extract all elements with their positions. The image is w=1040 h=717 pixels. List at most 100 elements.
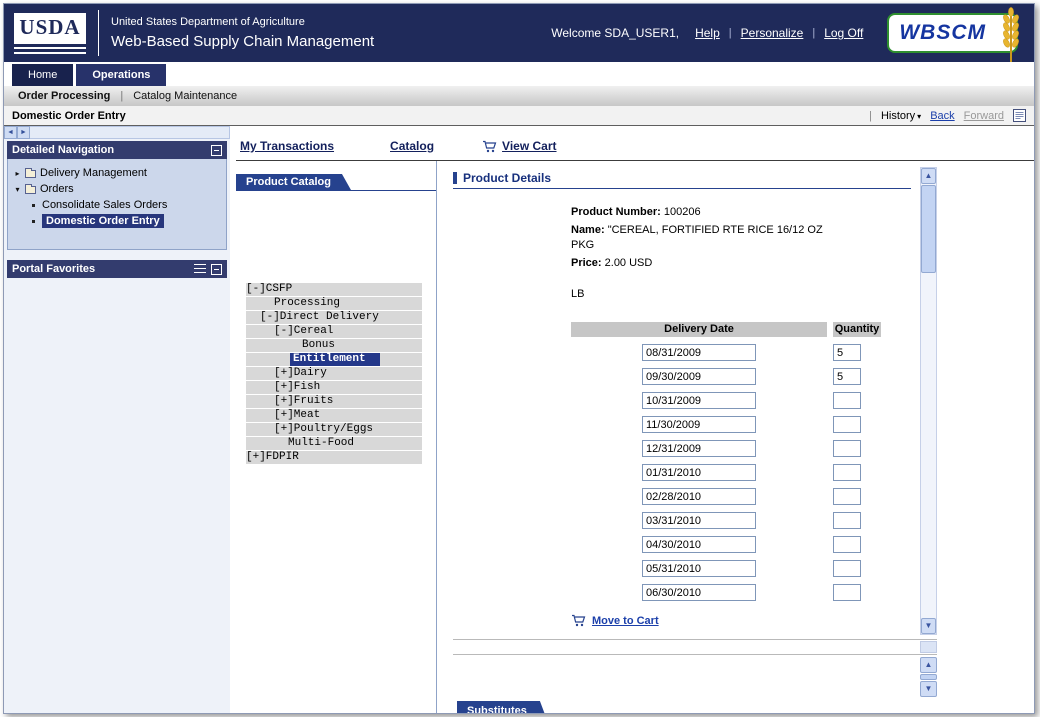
- catalog-node-label[interactable]: [-]Direct Delivery: [260, 311, 379, 324]
- tab-home[interactable]: Home: [12, 64, 73, 86]
- list-icon[interactable]: [194, 264, 206, 274]
- catalog-node-label[interactable]: [+]Meat: [274, 409, 320, 422]
- tab-product-catalog[interactable]: Product Catalog: [236, 174, 351, 190]
- catalog-node-label[interactable]: [+]Dairy: [274, 367, 327, 380]
- delivery-row: [571, 536, 911, 553]
- help-link[interactable]: Help: [695, 26, 720, 40]
- delivery-date-input[interactable]: [642, 512, 756, 529]
- scroll-up-icon[interactable]: ▲: [920, 657, 937, 673]
- nav-item-domestic-order-entry[interactable]: Domestic Order Entry: [10, 213, 224, 229]
- catalog-node[interactable]: [+]Fruits: [246, 395, 422, 408]
- delivery-date-cell: [571, 368, 827, 385]
- catalog-node-label[interactable]: [+]FDPIR: [246, 451, 299, 464]
- scroll-down-icon[interactable]: ▼: [920, 681, 937, 697]
- delivery-date-input[interactable]: [642, 344, 756, 361]
- nav-item-consolidate-sales-orders[interactable]: Consolidate Sales Orders: [10, 197, 224, 213]
- back-link[interactable]: Back: [930, 110, 954, 122]
- nav-item-label[interactable]: Consolidate Sales Orders: [42, 199, 167, 211]
- delivery-date-input[interactable]: [642, 416, 756, 433]
- separator: |: [729, 27, 732, 39]
- delivery-date-input[interactable]: [642, 464, 756, 481]
- catalog-node[interactable]: [-]CSFP: [246, 283, 422, 296]
- view-cart-link[interactable]: View Cart: [482, 139, 556, 153]
- delivery-date-input[interactable]: [642, 392, 756, 409]
- forward-link[interactable]: Forward: [964, 110, 1004, 122]
- quantity-input[interactable]: [833, 512, 861, 529]
- scrollbar-thumb[interactable]: [921, 185, 936, 273]
- catalog-node[interactable]: Processing: [246, 297, 422, 310]
- subnav-catalog-maintenance[interactable]: Catalog Maintenance: [133, 90, 237, 102]
- delivery-date-input[interactable]: [642, 488, 756, 505]
- catalog-node[interactable]: Entitlement: [246, 353, 422, 366]
- move-to-cart[interactable]: Move to Cart: [571, 614, 911, 627]
- collapse-icon[interactable]: [211, 264, 222, 275]
- nav-item-orders[interactable]: ▾ Orders: [10, 181, 224, 197]
- quantity-input[interactable]: [833, 416, 861, 433]
- quantity-input[interactable]: [833, 440, 861, 457]
- nav-item-label[interactable]: Orders: [40, 183, 74, 195]
- document-icon[interactable]: [1013, 109, 1026, 122]
- scrollbar-thumb[interactable]: [920, 674, 937, 680]
- quantity-input[interactable]: [833, 560, 861, 577]
- personalize-link[interactable]: Personalize: [741, 26, 804, 40]
- collapse-icon[interactable]: [211, 145, 222, 156]
- catalog-node[interactable]: [-]Cereal: [246, 325, 422, 338]
- scroll-up-icon[interactable]: ▲: [921, 168, 936, 184]
- catalog-node-label[interactable]: Multi-Food: [288, 437, 354, 450]
- catalog-node-label[interactable]: [+]Poultry/Eggs: [274, 423, 373, 436]
- delivery-date-input[interactable]: [642, 536, 756, 553]
- quantity-input[interactable]: [833, 368, 861, 385]
- catalog-node[interactable]: [+]Poultry/Eggs: [246, 423, 422, 436]
- delivery-date-input[interactable]: [642, 368, 756, 385]
- page-title: Domestic Order Entry: [12, 110, 126, 122]
- delivery-date-cell: [571, 536, 827, 553]
- scroll-left-icon[interactable]: ◄: [4, 126, 17, 139]
- catalog-node-label[interactable]: Bonus: [302, 339, 335, 352]
- delivery-rows: [571, 344, 911, 601]
- catalog-node[interactable]: [+]Dairy: [246, 367, 422, 380]
- quantity-input[interactable]: [833, 392, 861, 409]
- catalog-node[interactable]: [+]Fish: [246, 381, 422, 394]
- view-cart-label[interactable]: View Cart: [502, 139, 556, 153]
- substitutes-vscrollbar: ▲ ▼: [920, 657, 937, 697]
- catalog-node-label[interactable]: [+]Fruits: [274, 395, 333, 408]
- delivery-date-input[interactable]: [642, 584, 756, 601]
- scroll-down-icon[interactable]: ▼: [921, 618, 936, 634]
- portal-favorites-header: Portal Favorites: [7, 260, 227, 278]
- quantity-input[interactable]: [833, 464, 861, 481]
- quantity-input[interactable]: [833, 584, 861, 601]
- catalog-link[interactable]: Catalog: [390, 139, 434, 153]
- catalog-node[interactable]: Bonus: [246, 339, 422, 352]
- quantity-input[interactable]: [833, 344, 861, 361]
- nav-item-delivery-management[interactable]: ▸ Delivery Management: [10, 165, 224, 181]
- my-transactions-link[interactable]: My Transactions: [240, 139, 334, 153]
- catalog-node[interactable]: [+]FDPIR: [246, 451, 422, 464]
- tab-operations[interactable]: Operations: [76, 64, 166, 86]
- caret-down-icon[interactable]: ▾: [13, 185, 22, 194]
- header-rule: [453, 188, 911, 189]
- nav-item-label[interactable]: Delivery Management: [40, 167, 147, 179]
- nav-item-label[interactable]: Domestic Order Entry: [42, 214, 164, 228]
- catalog-node[interactable]: Multi-Food: [246, 437, 422, 450]
- quantity-input[interactable]: [833, 536, 861, 553]
- move-to-cart-link[interactable]: Move to Cart: [592, 615, 659, 627]
- catalog-node[interactable]: [-]Direct Delivery: [246, 311, 422, 324]
- catalog-node-label[interactable]: Entitlement: [290, 353, 380, 366]
- subnav-order-processing[interactable]: Order Processing: [18, 90, 110, 102]
- catalog-node-label[interactable]: [-]CSFP: [246, 283, 292, 296]
- delivery-date-input[interactable]: [642, 440, 756, 457]
- quantity-input[interactable]: [833, 488, 861, 505]
- logoff-link[interactable]: Log Off: [824, 26, 863, 40]
- scrollbar-track[interactable]: [30, 126, 230, 139]
- catalog-node[interactable]: [+]Meat: [246, 409, 422, 422]
- tab-substitutes[interactable]: Substitutes: [457, 701, 549, 714]
- history-menu[interactable]: History▾: [881, 110, 921, 122]
- catalog-node-label[interactable]: Processing: [274, 297, 340, 310]
- scroll-right-icon[interactable]: ►: [17, 126, 30, 139]
- scrollbar-track[interactable]: [921, 273, 936, 618]
- delivery-date-input[interactable]: [642, 560, 756, 577]
- catalog-node-label[interactable]: [-]Cereal: [274, 325, 333, 338]
- catalog-node-label[interactable]: [+]Fish: [274, 381, 320, 394]
- quantity-cell: [833, 488, 881, 505]
- caret-right-icon[interactable]: ▸: [13, 169, 22, 178]
